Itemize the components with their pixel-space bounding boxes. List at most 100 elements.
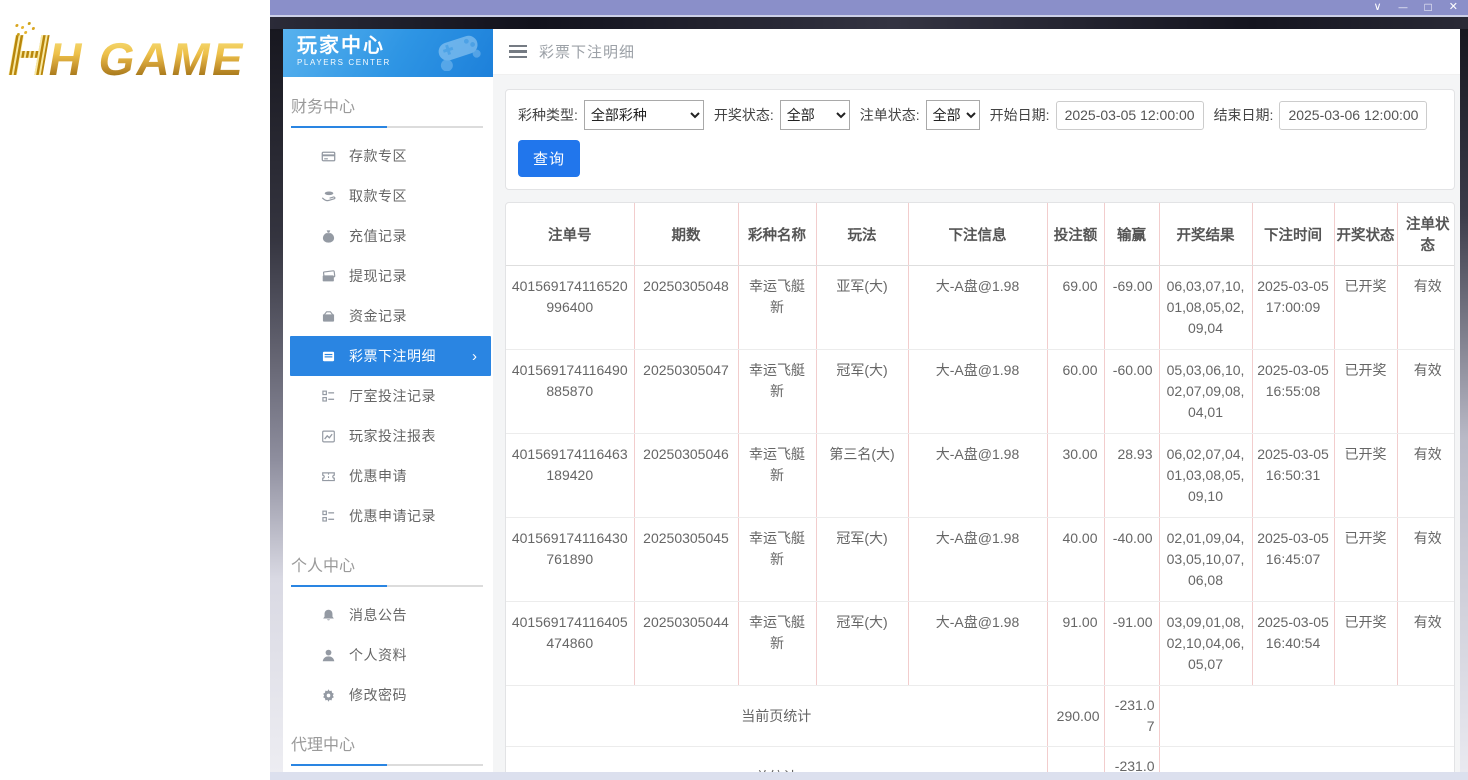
hh-game-logo: H H GAME bbox=[3, 30, 250, 82]
cell-bet-info: 大-A盘@1.98 bbox=[908, 266, 1047, 350]
summary-row: 总统计290.00-231.07 bbox=[506, 747, 1455, 773]
cell-lottery-name: 幸运飞艇新 bbox=[738, 518, 816, 602]
window-titlebar bbox=[270, 0, 1468, 15]
main-body: 彩种类型: 全部彩种 开奖状态: 全部 bbox=[493, 75, 1460, 772]
table-header-row: 注单号期数彩种名称玩法下注信息投注额输赢开奖结果下注时间开奖状态注单状态 bbox=[506, 203, 1455, 266]
card-icon bbox=[320, 148, 336, 164]
end-date-input[interactable] bbox=[1279, 101, 1427, 130]
sidebar-item-fund-records[interactable]: 资金记录 bbox=[290, 296, 491, 336]
sidebar-section-title: 财务中心 bbox=[291, 93, 493, 117]
sidebar-item-recharge-records[interactable]: 充值记录 bbox=[290, 216, 491, 256]
sidebar-section-items: 存款专区取款专区充值记录提现记录资金记录彩票下注明细厅室投注记录玩家投注报表优惠… bbox=[283, 136, 493, 536]
cell-play-type: 冠军(大) bbox=[816, 350, 908, 434]
sidebar-item-deposit-zone[interactable]: 存款专区 bbox=[290, 136, 491, 176]
chevron-right-icon bbox=[472, 348, 477, 365]
cell-period: 20250305047 bbox=[634, 350, 738, 434]
draw-status-select[interactable]: 全部 bbox=[780, 100, 850, 130]
screen: H H GAME 玩家中心 PLAYERS CENTER bbox=[0, 0, 1468, 780]
cell-bet-id: 401569174116430761890 bbox=[506, 518, 634, 602]
lottery-type-label: 彩种类型: bbox=[518, 105, 578, 125]
cell-bet-id: 401569174116490885870 bbox=[506, 350, 634, 434]
lottery-type-select[interactable]: 全部彩种 bbox=[584, 100, 704, 130]
sidebar-item-change-password[interactable]: 修改密码 bbox=[290, 675, 491, 715]
sidebar: 玩家中心 PLAYERS CENTER bbox=[283, 29, 493, 772]
cell-period: 20250305045 bbox=[634, 518, 738, 602]
summary-filler bbox=[1159, 747, 1455, 773]
cell-draw-status: 已开奖 bbox=[1334, 434, 1397, 518]
sidebar-item-message-announcements[interactable]: 消息公告 bbox=[290, 595, 491, 635]
sidebar-item-room-bet-records[interactable]: 厅室投注记录 bbox=[290, 376, 491, 416]
cell-win-loss: -91.00 bbox=[1104, 602, 1159, 686]
cell-bet-id: 401569174116520996400 bbox=[506, 266, 634, 350]
hamburger-menu-icon[interactable] bbox=[509, 42, 527, 62]
gear-icon bbox=[320, 687, 336, 703]
chevron-down-icon[interactable] bbox=[1373, 0, 1381, 15]
section-underline bbox=[291, 585, 483, 587]
summary-label: 当前页统计 bbox=[506, 686, 1047, 747]
cell-bet-amount: 69.00 bbox=[1047, 266, 1104, 350]
sidebar-item-label: 存款专区 bbox=[349, 146, 407, 166]
table-row: 40156917411646318942020250305046幸运飞艇新第三名… bbox=[506, 434, 1455, 518]
cell-bet-amount: 91.00 bbox=[1047, 602, 1104, 686]
cell-bet-info: 大-A盘@1.98 bbox=[908, 434, 1047, 518]
report-chart-icon bbox=[320, 428, 336, 444]
sidebar-item-player-bet-report[interactable]: 玩家投注报表 bbox=[290, 416, 491, 456]
sidebar-item-label: 个人资料 bbox=[349, 645, 407, 665]
sidebar-item-label: 消息公告 bbox=[349, 605, 407, 625]
cell-bet-amount: 60.00 bbox=[1047, 350, 1104, 434]
bet-list-icon bbox=[320, 348, 336, 364]
table-row: 40156917411652099640020250305048幸运飞艇新亚军(… bbox=[506, 266, 1455, 350]
cell-lottery-name: 幸运飞艇新 bbox=[738, 602, 816, 686]
sidebar-item-promo-apply-records[interactable]: 优惠申请记录 bbox=[290, 496, 491, 536]
sidebar-item-label: 厅室投注记录 bbox=[349, 386, 436, 406]
close-icon[interactable] bbox=[1449, 0, 1458, 15]
page-title: 彩票下注明细 bbox=[539, 41, 635, 62]
bet-status-select[interactable]: 全部 bbox=[926, 100, 980, 130]
cell-draw-result: 06,02,07,04,01,03,08,05,09,10 bbox=[1159, 434, 1252, 518]
sidebar-item-withdrawal-records[interactable]: 提现记录 bbox=[290, 256, 491, 296]
cell-bet-status: 有效 bbox=[1397, 518, 1455, 602]
sidebar-item-withdraw-zone[interactable]: 取款专区 bbox=[290, 176, 491, 216]
filter-panel: 彩种类型: 全部彩种 开奖状态: 全部 bbox=[505, 89, 1455, 190]
cash-icon bbox=[320, 268, 336, 284]
cell-draw-result: 06,03,07,10,01,08,05,02,09,04 bbox=[1159, 266, 1252, 350]
column-header-bet-id: 注单号 bbox=[506, 203, 634, 266]
app-window: 玩家中心 PLAYERS CENTER bbox=[270, 0, 1468, 780]
bet-details-table: 注单号期数彩种名称玩法下注信息投注额输赢开奖结果下注时间开奖状态注单状态 401… bbox=[506, 203, 1455, 772]
sidebar-item-lottery-bet-details[interactable]: 彩票下注明细 bbox=[290, 336, 491, 376]
column-header-period: 期数 bbox=[634, 203, 738, 266]
cell-lottery-name: 幸运飞艇新 bbox=[738, 350, 816, 434]
maximize-icon[interactable] bbox=[1425, 0, 1432, 16]
cell-draw-result: 03,09,01,08,02,10,04,06,05,07 bbox=[1159, 602, 1252, 686]
cell-bet-status: 有效 bbox=[1397, 434, 1455, 518]
cell-draw-status: 已开奖 bbox=[1334, 518, 1397, 602]
window-frame-right bbox=[1460, 29, 1468, 772]
cell-period: 20250305044 bbox=[634, 602, 738, 686]
cell-draw-result: 02,01,09,04,03,05,10,07,06,08 bbox=[1159, 518, 1252, 602]
summary-bet-total: 290.00 bbox=[1047, 686, 1104, 747]
window-frame-bottom bbox=[270, 772, 1468, 780]
column-header-bet-time: 下注时间 bbox=[1252, 203, 1334, 266]
cell-period: 20250305048 bbox=[634, 266, 738, 350]
start-date-input[interactable] bbox=[1056, 101, 1204, 130]
main-area: 彩票下注明细 彩种类型: 全部彩种 bbox=[493, 29, 1460, 772]
table-row: 40156917411643076189020250305045幸运飞艇新冠军(… bbox=[506, 518, 1455, 602]
logo-text: H GAME bbox=[45, 36, 249, 82]
minimize-icon[interactable] bbox=[1399, 0, 1408, 15]
sidebar-item-personal-profile[interactable]: 个人资料 bbox=[290, 635, 491, 675]
cell-bet-status: 有效 bbox=[1397, 266, 1455, 350]
cell-draw-status: 已开奖 bbox=[1334, 350, 1397, 434]
cell-bet-id: 401569174116405474860 bbox=[506, 602, 634, 686]
column-header-bet-info: 下注信息 bbox=[908, 203, 1047, 266]
form-list-icon bbox=[320, 388, 336, 404]
start-date-label: 开始日期: bbox=[990, 105, 1050, 125]
sidebar-item-label: 充值记录 bbox=[349, 226, 407, 246]
search-button[interactable]: 查询 bbox=[518, 140, 580, 177]
draw-status-label: 开奖状态: bbox=[714, 105, 774, 125]
cell-play-type: 冠军(大) bbox=[816, 518, 908, 602]
cell-draw-status: 已开奖 bbox=[1334, 266, 1397, 350]
table-row: 40156917411649088587020250305047幸运飞艇新冠军(… bbox=[506, 350, 1455, 434]
sidebar-item-promo-apply[interactable]: 优惠申请 bbox=[290, 456, 491, 496]
summary-filler bbox=[1159, 686, 1455, 747]
user-icon bbox=[320, 647, 336, 663]
